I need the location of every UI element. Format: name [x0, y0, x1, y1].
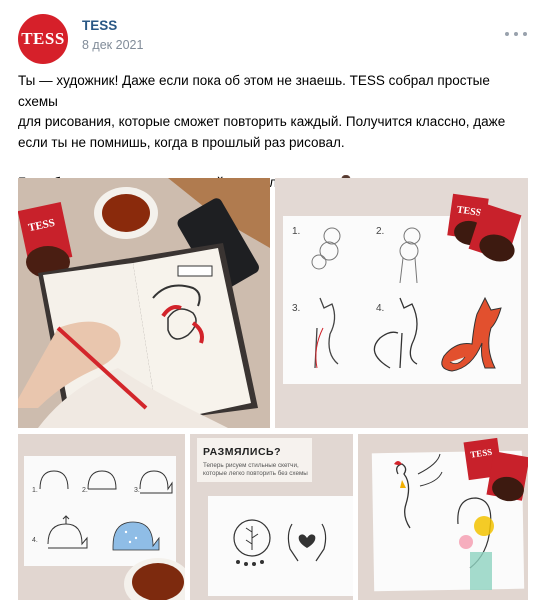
avatar-logo-text: TESS	[21, 29, 65, 48]
post-text-line: для рисования, которые сможет повторить …	[18, 114, 506, 129]
step-label: 4.	[376, 303, 384, 314]
author-name[interactable]: TESS	[82, 18, 117, 33]
post: TESS TESS 8 дек 2021 Ты — художник! Даже…	[0, 0, 546, 611]
gallery-photo-sketches[interactable]: РАЗМЯЛИСЬ? Теперь рисуем стильные скетчи…	[190, 434, 353, 600]
post-text: Ты — художник! Даже если пока об этом не…	[18, 71, 530, 194]
slide-title: РАЗМЯЛИСЬ?	[203, 446, 281, 458]
avatar[interactable]: TESS	[18, 14, 68, 64]
gallery-photo-fox-steps[interactable]: 1. 2. 3. 4. TESS	[275, 178, 528, 428]
post-date[interactable]: 8 дек 2021	[82, 38, 143, 52]
post-text-line: если ты не помнишь, когда в прошлый раз …	[18, 134, 345, 150]
step-label: 4.	[32, 537, 38, 544]
gallery-photo-rooster-portrait[interactable]: TESS	[358, 434, 528, 600]
step-label: 3.	[292, 303, 300, 314]
slide-subtitle: Теперь рисуем стильные скетчи, которые л…	[203, 462, 308, 477]
step-label: 2.	[82, 487, 88, 494]
step-label: 2.	[376, 226, 384, 237]
step-label: 1.	[292, 226, 300, 237]
gallery-photo-sketchbook[interactable]: TESS	[18, 178, 270, 428]
post-text-line: Ты — художник! Даже если пока об этом не…	[18, 73, 490, 109]
more-options-icon[interactable]	[505, 30, 527, 38]
step-label: 1.	[32, 487, 38, 494]
gallery-photo-whale-steps[interactable]: 1. 2. 3. 4.	[18, 434, 185, 600]
step-label: 3.	[134, 487, 140, 494]
